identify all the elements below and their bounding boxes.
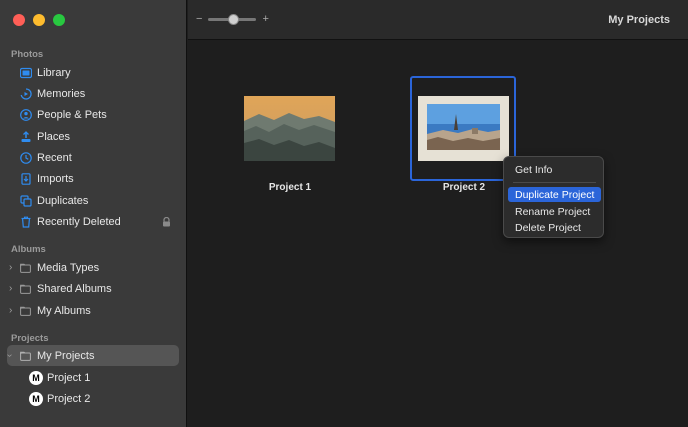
sidebar-item-shared-albums[interactable]: › Shared Albums: [0, 278, 187, 299]
sidebar-item-recent[interactable]: Recent: [0, 147, 187, 168]
imports-icon: [20, 172, 32, 185]
zoom-slider-knob[interactable]: [228, 13, 240, 25]
project-badge-icon: M: [29, 391, 43, 406]
sidebar-item-memories[interactable]: Memories: [0, 83, 187, 104]
memories-icon: [20, 87, 32, 100]
menu-item-delete-project[interactable]: Delete Project: [508, 220, 601, 235]
chevron-right-icon[interactable]: ›: [9, 283, 12, 294]
zoom-out-icon[interactable]: −: [196, 13, 202, 25]
zoom-slider[interactable]: [208, 13, 257, 25]
minimize-window-button[interactable]: [33, 14, 45, 26]
sidebar-item-label: Recently Deleted: [37, 215, 121, 228]
sidebar-item-label: Duplicates: [37, 194, 89, 207]
photos-window: Photos Library Memories People & Pets Pl…: [0, 0, 688, 427]
places-icon: [20, 130, 32, 143]
sidebar-item-label: Recent: [37, 151, 72, 164]
sidebar-item-recently-deleted[interactable]: Recently Deleted: [0, 211, 187, 232]
maximize-window-button[interactable]: [53, 14, 65, 26]
people-icon: [20, 108, 32, 121]
chevron-right-icon[interactable]: ›: [9, 262, 12, 273]
chevron-right-icon[interactable]: ›: [9, 305, 12, 316]
sidebar-item-duplicates[interactable]: Duplicates: [0, 190, 187, 211]
sidebar-item-library[interactable]: Library: [0, 62, 187, 83]
folder-icon: [20, 351, 31, 361]
sidebar-item-label: Project 2: [47, 392, 91, 405]
sidebar-item-my-albums[interactable]: › My Albums: [0, 300, 187, 321]
window-controls: [13, 14, 65, 26]
window-title: My Projects: [608, 14, 670, 26]
chevron-down-icon[interactable]: ›: [4, 354, 15, 357]
menu-item-get-info[interactable]: Get Info: [508, 162, 601, 177]
sidebar-item-label: My Projects: [37, 349, 95, 362]
zoom-control: − +: [196, 13, 269, 25]
duplicates-icon: [20, 194, 32, 207]
sidebar-item-imports[interactable]: Imports: [0, 168, 187, 189]
sidebar-item-label: Media Types: [37, 261, 100, 274]
sidebar-item-places[interactable]: Places: [0, 126, 187, 147]
recent-icon: [20, 151, 32, 164]
trash-icon: [20, 216, 32, 228]
sidebar: Photos Library Memories People & Pets Pl…: [0, 0, 187, 427]
lock-icon: [162, 216, 171, 227]
sidebar-item-label: Project 1: [47, 371, 91, 384]
sidebar-item-my-projects[interactable]: › My Projects: [0, 345, 187, 366]
sidebar-item-label: My Albums: [37, 304, 91, 317]
menu-item-duplicate-project[interactable]: Duplicate Project: [508, 187, 601, 202]
project-2-thumbnail[interactable]: [418, 96, 509, 161]
sidebar-item-people-pets[interactable]: People & Pets: [0, 104, 187, 125]
sidebar-item-project-1[interactable]: M Project 1: [0, 367, 187, 388]
toolbar: − + My Projects: [188, 0, 688, 40]
section-label-projects: Projects: [11, 333, 49, 344]
menu-item-rename-project[interactable]: Rename Project: [508, 204, 601, 219]
folder-icon: [20, 263, 31, 273]
context-menu: Get Info Duplicate Project Rename Projec…: [503, 156, 604, 238]
close-window-button[interactable]: [13, 14, 25, 26]
sidebar-item-label: Library: [37, 66, 71, 79]
sidebar-item-media-types[interactable]: › Media Types: [0, 257, 187, 278]
sidebar-item-project-2[interactable]: M Project 2: [0, 388, 187, 409]
zoom-in-icon[interactable]: +: [262, 13, 268, 25]
sidebar-item-label: People & Pets: [37, 108, 107, 121]
sidebar-item-label: Memories: [37, 87, 86, 100]
library-icon: [20, 67, 32, 79]
project-1-thumbnail[interactable]: [244, 96, 335, 161]
folder-icon: [20, 284, 31, 294]
project-badge-icon: M: [29, 370, 43, 385]
sidebar-item-label: Places: [37, 130, 71, 143]
sidebar-item-label: Shared Albums: [37, 282, 112, 295]
menu-separator: [513, 182, 596, 183]
section-label-photos: Photos: [11, 49, 44, 60]
folder-icon: [20, 306, 31, 316]
project-label: Project 1: [268, 182, 312, 193]
section-label-albums: Albums: [11, 244, 46, 255]
sidebar-item-label: Imports: [37, 172, 74, 185]
projects-grid: Project 1 Project 2: [188, 41, 688, 427]
